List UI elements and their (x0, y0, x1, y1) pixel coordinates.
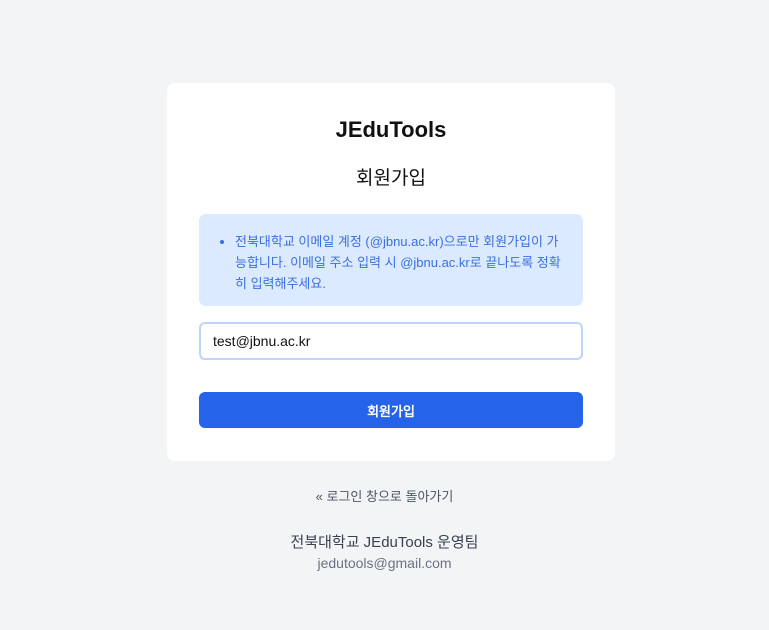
email-input[interactable] (199, 322, 583, 360)
notice-text: 전북대학교 이메일 계정 (@jbnu.ac.kr)으로만 회원가입이 가능합니… (235, 231, 563, 294)
footer-email: jedutools@gmail.com (317, 555, 452, 571)
signup-card: JEduTools 회원가입 전북대학교 이메일 계정 (@jbnu.ac.kr… (167, 83, 615, 461)
brand-logo: JEduTools (335, 117, 447, 142)
info-notice: 전북대학교 이메일 계정 (@jbnu.ac.kr)으로만 회원가입이 가능합니… (199, 214, 583, 306)
signup-button[interactable]: 회원가입 (199, 392, 583, 428)
back-to-login-link[interactable]: « 로그인 창으로 돌아가기 (0, 486, 769, 505)
page-title: 회원가입 (356, 168, 426, 189)
footer-team: 전북대학교 JEduTools 운영팀 (290, 534, 479, 551)
